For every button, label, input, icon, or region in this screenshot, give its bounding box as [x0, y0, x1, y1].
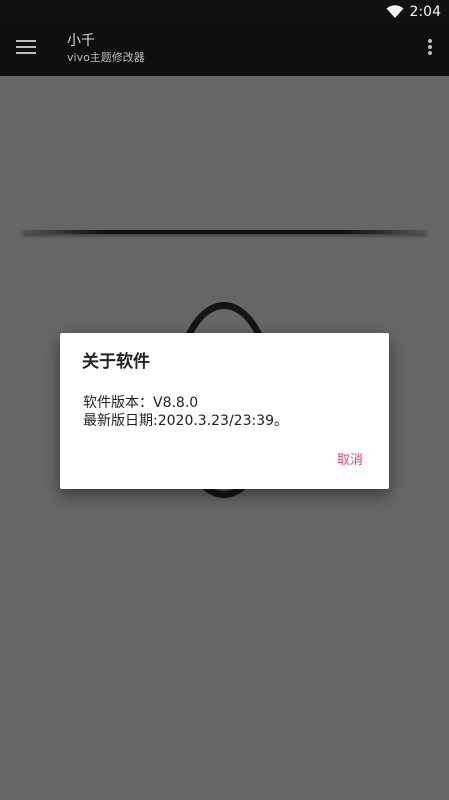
- release-date-text: 最新版日期:2020.3.23/23:39。: [83, 413, 289, 429]
- app-subtitle: vivo主题修改器: [67, 51, 145, 64]
- screen: 2:04 小千 vivo主题修改器 关于软件 软件版本：V8.8.0 最新版日期…: [0, 0, 449, 800]
- wifi-icon: [386, 5, 404, 19]
- about-dialog: 关于软件 软件版本：V8.8.0 最新版日期:2020.3.23/23:39。 …: [60, 333, 389, 489]
- status-time: 2:04: [409, 4, 441, 20]
- dialog-title: 关于软件: [82, 352, 150, 372]
- status-right: 2:04: [386, 3, 441, 21]
- menu-icon[interactable]: [16, 39, 36, 55]
- status-bar: 2:04: [0, 0, 449, 24]
- app-title: 小千: [67, 33, 95, 49]
- more-vert-icon[interactable]: [428, 37, 432, 57]
- version-text: 软件版本：V8.8.0: [83, 395, 199, 411]
- cancel-button[interactable]: 取消: [337, 452, 363, 470]
- app-bar: 小千 vivo主题修改器: [0, 24, 449, 76]
- decorative-divider: [22, 230, 427, 234]
